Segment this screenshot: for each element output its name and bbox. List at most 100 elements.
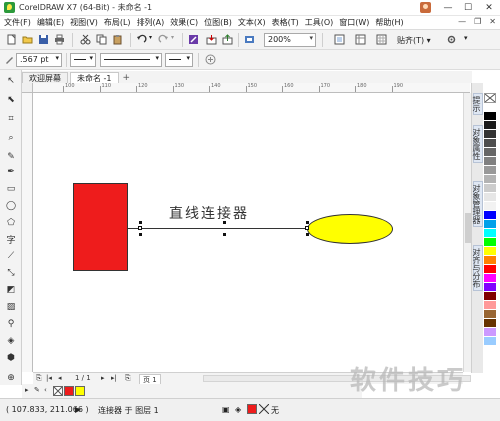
smart-fill-tool-icon[interactable]: ⬢: [5, 352, 17, 364]
show-grid-icon[interactable]: [376, 34, 387, 45]
doc-restore-button[interactable]: ❐: [474, 17, 481, 26]
palette-swatch[interactable]: [484, 265, 496, 274]
show-rulers-icon[interactable]: [355, 34, 366, 45]
menu-edit[interactable]: 编辑(E): [37, 17, 64, 28]
parallel-dimension-tool-icon[interactable]: ⟋: [5, 250, 17, 262]
previous-page-icon[interactable]: ◂: [58, 374, 62, 382]
palette-swatch[interactable]: [484, 121, 496, 130]
fill-bucket-icon[interactable]: ◈: [235, 405, 241, 414]
menu-window[interactable]: 窗口(W): [339, 17, 369, 28]
docker-tab-object-properties[interactable]: 对象属性: [472, 125, 483, 163]
redo-icon[interactable]: [158, 34, 169, 45]
drop-shadow-tool-icon[interactable]: ◩: [5, 284, 17, 296]
palette-swatch[interactable]: [484, 283, 496, 292]
palette-swatch[interactable]: [484, 211, 496, 220]
redo-dropdown-icon[interactable]: ▾: [171, 34, 182, 45]
doc-minimize-button[interactable]: —: [458, 17, 466, 26]
yellow-ellipse-object[interactable]: [307, 214, 393, 244]
new-document-icon[interactable]: [6, 34, 17, 45]
end-arrowhead-select[interactable]: ▾: [165, 53, 193, 67]
menu-table[interactable]: 表格(T): [272, 17, 299, 28]
page-options-icon[interactable]: ⎘: [36, 374, 42, 383]
palette-swatch[interactable]: [484, 202, 496, 211]
palette-swatch[interactable]: [484, 166, 496, 175]
connector-start-node[interactable]: [138, 226, 142, 230]
palette-swatch[interactable]: [484, 157, 496, 166]
artistic-media-tool-icon[interactable]: ✒: [5, 166, 17, 178]
first-page-icon[interactable]: |◂: [46, 374, 52, 382]
print-icon[interactable]: [54, 34, 65, 45]
cut-icon[interactable]: [80, 34, 91, 45]
palette-swatch[interactable]: [484, 103, 496, 112]
paste-icon[interactable]: [112, 34, 123, 45]
menu-file[interactable]: 文件(F): [4, 17, 31, 28]
red-rectangle-object[interactable]: [73, 183, 128, 271]
selection-handle[interactable]: [306, 221, 309, 224]
horizontal-ruler[interactable]: 100 110 120 130 140 150 160 170 180 190: [33, 83, 470, 93]
user-account-icon[interactable]: [420, 2, 431, 13]
docker-tab-align-distribute[interactable]: 对齐与分布: [472, 245, 483, 291]
palette-swatch[interactable]: [484, 139, 496, 148]
last-page-icon[interactable]: ▸|: [111, 374, 117, 382]
toolbar-options-chevron-icon[interactable]: ▾: [464, 34, 475, 45]
palette-swatch[interactable]: [484, 247, 496, 256]
docker-tab-object-manager[interactable]: 对象管理器: [472, 181, 483, 227]
application-launcher-icon[interactable]: [244, 34, 255, 45]
add-page-icon[interactable]: ⎘: [125, 374, 131, 383]
vertical-ruler[interactable]: [22, 93, 33, 372]
eyedropper-icon[interactable]: ✎: [34, 386, 40, 394]
menu-layout[interactable]: 布局(L): [104, 17, 131, 28]
palette-swatch[interactable]: [484, 310, 496, 319]
no-color-swatch[interactable]: [484, 93, 496, 103]
palette-swatch[interactable]: [484, 148, 496, 157]
current-fill-swatch[interactable]: [247, 404, 257, 414]
palette-swatch[interactable]: [484, 256, 496, 265]
menu-help[interactable]: 帮助(H): [375, 17, 403, 28]
document-color-red-swatch[interactable]: [64, 386, 74, 396]
palette-swatch[interactable]: [484, 337, 496, 346]
tab-untitled-1[interactable]: 未命名 -1: [70, 72, 119, 83]
pick-tool-icon[interactable]: ↖: [5, 75, 17, 87]
full-screen-preview-icon[interactable]: [334, 34, 345, 45]
customize-toolbox-plus-icon[interactable]: ⊕: [5, 372, 17, 384]
outline-none-x-icon[interactable]: [259, 404, 269, 414]
import-icon[interactable]: [206, 34, 217, 45]
save-icon[interactable]: [38, 34, 49, 45]
connector-end-node[interactable]: [305, 226, 309, 230]
menu-tools[interactable]: 工具(O): [305, 17, 334, 28]
polygon-tool-icon[interactable]: ⬠: [5, 217, 17, 229]
menu-text[interactable]: 文本(X): [238, 17, 266, 28]
palette-swatch[interactable]: [484, 112, 496, 121]
palette-swatch[interactable]: [484, 193, 496, 202]
close-button[interactable]: ✕: [479, 0, 499, 15]
palette-swatch[interactable]: [484, 274, 496, 283]
menu-arrange[interactable]: 排列(A): [137, 17, 165, 28]
ellipse-tool-icon[interactable]: ◯: [5, 200, 17, 212]
next-page-icon[interactable]: ▸: [101, 374, 105, 382]
snap-to-dropdown[interactable]: 贴齐(T) ▾: [397, 35, 431, 46]
options-gear-icon[interactable]: [446, 34, 457, 45]
vertical-scrollbar[interactable]: [463, 93, 471, 372]
selection-handle[interactable]: [306, 233, 309, 236]
crop-tool-icon[interactable]: ⌗: [5, 113, 17, 125]
minimize-button[interactable]: —: [438, 0, 458, 15]
color-proof-icon[interactable]: ▣: [222, 405, 230, 414]
eyedropper-tool-icon[interactable]: ⚲: [5, 318, 17, 330]
palette-scroll-left-icon[interactable]: ‹: [44, 386, 47, 394]
menu-bitmaps[interactable]: 位图(B): [204, 17, 232, 28]
interactive-fill-tool-icon[interactable]: ◈: [5, 335, 17, 347]
add-preset-plus-icon[interactable]: [205, 54, 216, 65]
none-swatch[interactable]: [53, 386, 63, 396]
freehand-tool-icon[interactable]: ✎: [5, 151, 17, 163]
palette-swatch[interactable]: [484, 301, 496, 310]
palette-swatch[interactable]: [484, 292, 496, 301]
ruler-origin[interactable]: [22, 83, 33, 93]
palette-flyout-arrow-icon[interactable]: ▸: [25, 386, 29, 394]
outline-width-select[interactable]: .567 pt ▾: [16, 53, 62, 67]
search-content-icon[interactable]: [188, 34, 199, 45]
selection-handle[interactable]: [223, 233, 226, 236]
tab-welcome-screen[interactable]: 欢迎屏幕: [22, 72, 68, 83]
docker-tab-hints[interactable]: 提示: [472, 93, 483, 115]
palette-swatch[interactable]: [484, 175, 496, 184]
palette-swatch[interactable]: [484, 328, 496, 337]
